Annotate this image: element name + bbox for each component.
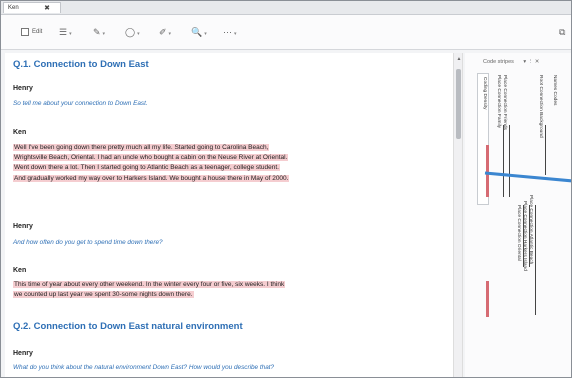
- speaker-ken-1: Ken: [13, 129, 27, 136]
- stripe-connector: [484, 171, 571, 183]
- window-button[interactable]: ⧉: [559, 25, 565, 39]
- pen-button[interactable]: ✐ ▾: [159, 25, 171, 39]
- speaker-henry-3: Henry: [13, 350, 33, 357]
- speaker-henry-2: Henry: [13, 223, 33, 230]
- henry-text-3[interactable]: What do you think about the natural envi…: [13, 364, 274, 371]
- document-tab[interactable]: Ken ✖: [3, 2, 61, 13]
- question-heading-1: Q.1. Connection to Down East: [13, 59, 149, 70]
- speaker-ken-2: Ken: [13, 267, 27, 274]
- close-icon[interactable]: ✖: [42, 4, 52, 13]
- speaker-henry-1: Henry: [13, 85, 33, 92]
- coded-line[interactable]: This time of year about every other week…: [13, 281, 286, 288]
- coded-line[interactable]: And gradually worked my way over to Hark…: [13, 174, 290, 182]
- list-icon: ☰: [59, 27, 68, 37]
- henry-text-1[interactable]: So tell me about your connection to Down…: [13, 100, 148, 107]
- highlight-icon: ✎: [93, 27, 101, 37]
- zoom-icon: 🔍: [191, 27, 203, 37]
- list-button[interactable]: ☰ ▾: [59, 25, 72, 39]
- zoom-button[interactable]: 🔍 ▾: [191, 25, 207, 39]
- coded-line[interactable]: Wrightsville Beach, Oriental. I had an u…: [13, 154, 289, 162]
- selection-connector-line: [484, 171, 571, 183]
- coded-line[interactable]: Went down there a lot. Then I started go…: [13, 164, 280, 172]
- vertical-scrollbar[interactable]: ▲: [453, 53, 464, 377]
- app-window: Ken ✖ Edit ☰ ▾ ✎ ▾ ◯ ▾ ✐ ▾ 🔍 ▾ ⋯ ▾ ⧉ Q.1…: [0, 0, 572, 378]
- question-heading-2: Q.2. Connection to Down East natural env…: [13, 321, 243, 332]
- edit-label: Edit: [32, 29, 43, 35]
- tab-bar: Ken ✖: [1, 1, 571, 15]
- shape-button[interactable]: ◯ ▾: [125, 25, 140, 39]
- document-tab-label: Ken: [8, 5, 19, 11]
- shape-icon: ◯: [125, 27, 136, 37]
- pen-icon: ✐: [159, 27, 167, 37]
- highlight-button[interactable]: ✎ ▾: [93, 25, 105, 39]
- more-button[interactable]: ⋯ ▾: [223, 25, 237, 39]
- ken-answer-2[interactable]: This time of year about every other week…: [13, 280, 286, 300]
- henry-text-2[interactable]: And how often do you get to spend time d…: [13, 239, 163, 246]
- more-icon: ⋯: [223, 27, 232, 37]
- coding-stripes-pane: Code stripes ▾ ⋮ ✕ Coding Density Place …: [465, 53, 571, 377]
- scroll-thumb[interactable]: [456, 69, 461, 139]
- transcript-pane: Q.1. Connection to Down East Henry So te…: [5, 53, 453, 377]
- edit-toggle[interactable]: Edit: [21, 25, 42, 39]
- window-icon: ⧉: [559, 27, 566, 37]
- scroll-up-icon[interactable]: ▲: [454, 55, 464, 63]
- edit-checkbox[interactable]: [21, 28, 29, 36]
- coded-line[interactable]: Well I've been going down there pretty m…: [13, 144, 270, 151]
- toolbar: Edit ☰ ▾ ✎ ▾ ◯ ▾ ✐ ▾ 🔍 ▾ ⋯ ▾ ⧉: [1, 15, 571, 50]
- coded-line[interactable]: we counted up last year we spent 30-some…: [13, 291, 194, 299]
- ken-answer-1[interactable]: Well I've been going down there pretty m…: [13, 143, 290, 184]
